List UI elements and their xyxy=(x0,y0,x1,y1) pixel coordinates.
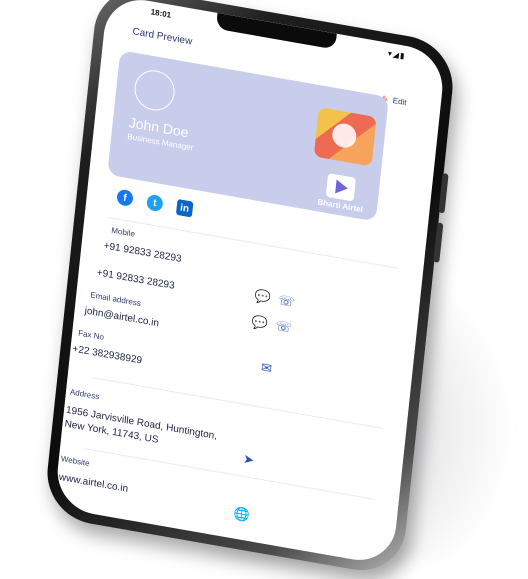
facebook-icon[interactable]: f xyxy=(116,188,134,208)
navigate-icon[interactable]: ➤ xyxy=(242,451,257,468)
edit-label: Edit xyxy=(392,95,407,108)
phone-device: 18:01 ▾◢▮ Card Preview ✎ Edit John Doe B… xyxy=(42,0,458,578)
linkedin-icon[interactable]: in xyxy=(175,198,194,218)
mail-icon[interactable]: ✉ xyxy=(260,359,275,376)
play-logo-icon xyxy=(335,179,349,196)
avatar xyxy=(132,67,177,114)
website-value[interactable]: www.airtel.co.in xyxy=(58,472,128,495)
apple-icon[interactable] xyxy=(206,204,224,223)
phone-mockup: 18:01 ▾◢▮ Card Preview ✎ Edit John Doe B… xyxy=(0,0,528,578)
fax-label: Fax No xyxy=(77,328,105,342)
status-icons: ▾◢▮ xyxy=(387,48,406,61)
fax-value[interactable]: +22 382938929 xyxy=(72,344,143,367)
phone-screen: 18:01 ▾◢▮ Card Preview ✎ Edit John Doe B… xyxy=(53,0,447,567)
mobile-number-2[interactable]: +91 92833 28293 xyxy=(96,267,175,291)
mobile-label: Mobile xyxy=(110,225,136,239)
email-value[interactable]: john@airtel.co.in xyxy=(84,305,159,329)
divider xyxy=(84,448,375,500)
twitter-icon[interactable]: t xyxy=(146,193,164,213)
email-label: Email address xyxy=(89,290,142,309)
status-time: 18:01 xyxy=(150,7,172,20)
social-links: f t in xyxy=(116,188,223,222)
phone-icon[interactable]: ☏ xyxy=(278,292,296,310)
brand-name: Bharti Airtel xyxy=(317,197,364,215)
chat-icon[interactable]: 💬 xyxy=(254,288,272,306)
phone-icon[interactable]: ☏ xyxy=(275,318,293,336)
chat-icon[interactable]: 💬 xyxy=(251,314,269,332)
website-label: Website xyxy=(60,454,90,469)
divider xyxy=(108,217,400,269)
mobile-number-1[interactable]: +91 92833 28293 xyxy=(103,240,182,264)
globe-icon[interactable]: 🌐 xyxy=(233,505,251,523)
page-title: Card Preview xyxy=(131,26,193,48)
brand-logo xyxy=(325,173,357,202)
brand-pattern-graphic xyxy=(313,107,377,167)
address-label: Address xyxy=(69,387,100,402)
